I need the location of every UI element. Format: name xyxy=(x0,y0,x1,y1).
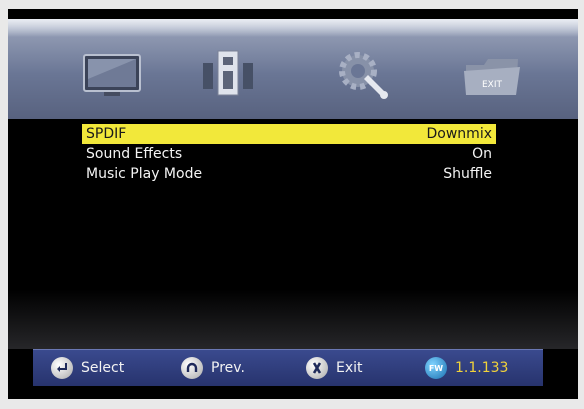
back-arrow-icon xyxy=(181,357,203,379)
enter-icon xyxy=(51,357,73,379)
menu-row-value: On xyxy=(472,146,492,162)
fw-version-text: 1.1.133 xyxy=(455,360,509,376)
select-hint: Select xyxy=(51,350,124,386)
menu-row-label: Music Play Mode xyxy=(86,166,203,182)
menu-row-spdif[interactable]: SPDIF Downmix xyxy=(82,124,496,144)
menu-row-music-play-mode[interactable]: Music Play Mode Shuffle xyxy=(82,164,496,184)
tv-icon[interactable] xyxy=(78,45,148,105)
footer-hint-bar: Select Prev. Exit FW 1.1.133 xyxy=(33,349,543,386)
select-label: Select xyxy=(81,360,125,376)
menu-row-label: Sound Effects xyxy=(86,146,183,162)
icon-menu-bar: EXIT xyxy=(8,19,578,119)
prev-hint: Prev. xyxy=(181,350,245,386)
exit-folder-label: EXIT xyxy=(482,80,503,90)
speaker-icon[interactable] xyxy=(193,45,263,105)
prev-label: Prev. xyxy=(211,360,245,376)
audio-settings-menu: SPDIF Downmix Sound Effects On Music Pla… xyxy=(82,124,496,184)
menu-row-value: Shuffle xyxy=(443,166,492,182)
exit-label: Exit xyxy=(336,360,363,376)
firmware-version: FW 1.1.133 xyxy=(425,350,508,386)
menu-row-value: Downmix xyxy=(426,126,492,142)
exit-folder-icon[interactable]: EXIT xyxy=(458,45,528,105)
fw-icon: FW xyxy=(425,357,447,379)
menu-row-label: SPDIF xyxy=(86,126,127,142)
gear-wrench-icon[interactable] xyxy=(328,45,398,105)
exit-icon xyxy=(306,357,328,379)
tv-screen: EXIT SPDIF Downmix Sound Effects On Musi… xyxy=(8,9,578,399)
menu-row-sound-effects[interactable]: Sound Effects On xyxy=(82,144,496,164)
exit-hint: Exit xyxy=(306,350,363,386)
